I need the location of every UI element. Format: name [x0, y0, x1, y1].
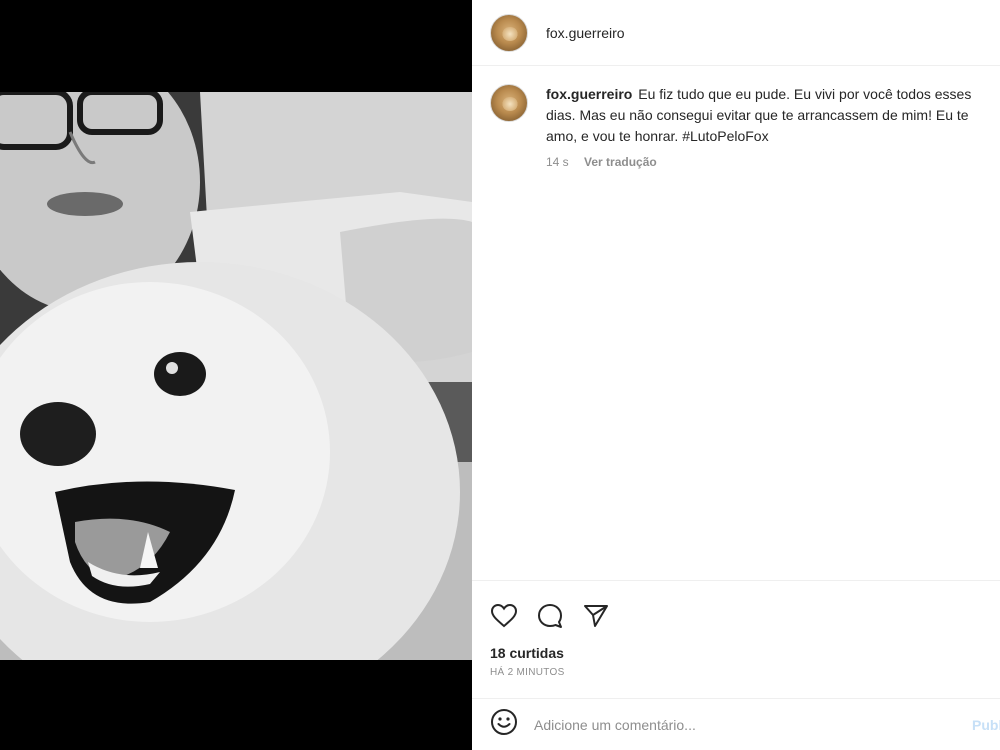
- post-media: [0, 0, 472, 750]
- photo-illustration: [0, 92, 472, 660]
- caption-body: fox.guerreiro Eu fiz tudo que eu pude. E…: [546, 84, 982, 169]
- publish-button[interactable]: Publicar: [972, 717, 1000, 733]
- comment-icon[interactable]: [536, 602, 564, 630]
- likes-count[interactable]: 18 curtidas: [472, 637, 1000, 661]
- caption-avatar[interactable]: [490, 84, 528, 122]
- send-icon[interactable]: [582, 602, 610, 630]
- caption-comment: fox.guerreiro Eu fiz tudo que eu pude. E…: [490, 84, 982, 169]
- heart-icon[interactable]: [490, 602, 518, 630]
- post-panel: fox.guerreiro fox.guerreiro Eu fiz tudo …: [472, 0, 1000, 750]
- post-time[interactable]: HÁ 2 MINUTOS: [472, 661, 1000, 678]
- comments-section: fox.guerreiro Eu fiz tudo que eu pude. E…: [472, 66, 1000, 580]
- author-avatar[interactable]: [490, 13, 528, 52]
- post-header: fox.guerreiro: [472, 0, 1000, 66]
- comment-input[interactable]: [534, 716, 944, 733]
- caption-text-block: fox.guerreiro Eu fiz tudo que eu pude. E…: [546, 84, 982, 147]
- caption-username[interactable]: fox.guerreiro: [546, 86, 632, 102]
- action-bar: [472, 581, 1000, 637]
- translate-link[interactable]: Ver tradução: [584, 155, 657, 169]
- actions-area: 18 curtidas HÁ 2 MINUTOS: [472, 580, 1000, 678]
- post-photo[interactable]: [0, 92, 472, 660]
- comment-bar: Publicar: [472, 698, 1000, 750]
- author-username[interactable]: fox.guerreiro: [546, 25, 625, 41]
- caption-age[interactable]: 14 s: [546, 155, 569, 169]
- emoji-icon[interactable]: [490, 708, 518, 741]
- caption-meta: 14 s Ver tradução: [546, 155, 982, 169]
